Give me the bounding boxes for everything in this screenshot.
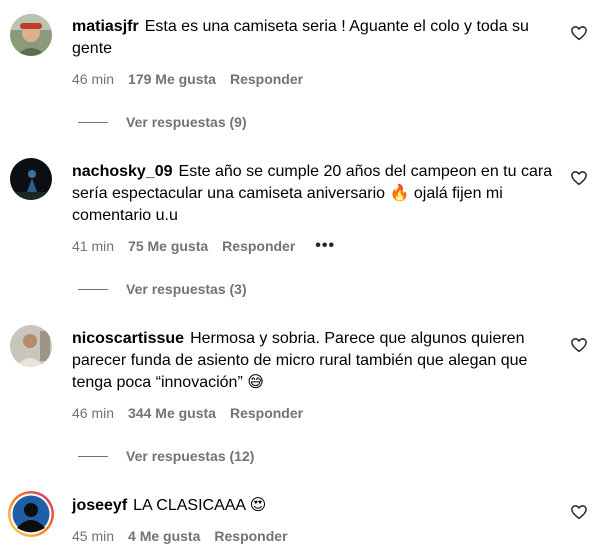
comment-body: Esta es una camiseta seria ! Aguante el …: [72, 18, 529, 57]
comment-text: joseeyf LA CLASICAAA 😍: [72, 495, 562, 517]
heart-outline-icon[interactable]: [570, 24, 588, 42]
comment-time: 46 min: [72, 405, 115, 421]
comment-text: nachosky_09 Este año se cumple 20 años de…: [72, 161, 562, 227]
view-replies-label: Ver respuestas (9): [126, 114, 247, 130]
comment-meta: 41 min 75 Me gusta Responder •••: [72, 237, 335, 255]
reply-button[interactable]: Responder: [214, 527, 287, 545]
avatar[interactable]: [10, 325, 52, 367]
heart-outline-icon[interactable]: [570, 169, 588, 187]
story-ring-avatar[interactable]: [7, 490, 55, 538]
view-replies-label: Ver respuestas (3): [126, 281, 247, 297]
more-options-icon[interactable]: •••: [315, 237, 335, 255]
likes-count[interactable]: 179 Me gusta: [128, 70, 216, 88]
comment-time: 46 min: [72, 71, 115, 87]
view-replies-button[interactable]: Ver respuestas (3): [78, 280, 247, 298]
username[interactable]: nachosky_09: [72, 163, 173, 180]
reply-button[interactable]: Responder: [230, 70, 303, 88]
view-replies-button[interactable]: Ver respuestas (12): [78, 447, 254, 465]
likes-count[interactable]: 344 Me gusta: [128, 404, 216, 422]
divider: [78, 455, 108, 457]
comment-meta: 45 min 4 Me gusta Responder: [72, 527, 302, 545]
username[interactable]: matiasjfr: [72, 18, 139, 35]
likes-count[interactable]: 75 Me gusta: [128, 237, 208, 255]
heart-outline-icon[interactable]: [570, 503, 588, 521]
comment-time: 45 min: [72, 528, 115, 544]
username[interactable]: joseeyf: [72, 497, 127, 514]
view-replies-button[interactable]: Ver respuestas (9): [78, 113, 247, 131]
avatar[interactable]: [10, 158, 52, 200]
reply-button[interactable]: Responder: [222, 237, 295, 255]
divider: [78, 121, 108, 123]
view-replies-label: Ver respuestas (12): [126, 448, 255, 464]
comment-time: 41 min: [72, 238, 115, 254]
avatar[interactable]: [10, 14, 52, 56]
comment-meta: 46 min 179 Me gusta Responder: [72, 70, 317, 88]
comment-meta: 46 min 344 Me gusta Responder: [72, 404, 317, 422]
likes-count[interactable]: 4 Me gusta: [128, 527, 200, 545]
comment-text: matiasjfr Esta es una camiseta seria ! Ag…: [72, 16, 562, 60]
reply-button[interactable]: Responder: [230, 404, 303, 422]
heart-outline-icon[interactable]: [570, 336, 588, 354]
comment-text: nicoscartissue Hermosa y sobria. Parece q…: [72, 328, 562, 394]
comment-body: LA CLASICAAA 😍: [133, 497, 267, 514]
divider: [78, 288, 108, 290]
username[interactable]: nicoscartissue: [72, 330, 184, 347]
